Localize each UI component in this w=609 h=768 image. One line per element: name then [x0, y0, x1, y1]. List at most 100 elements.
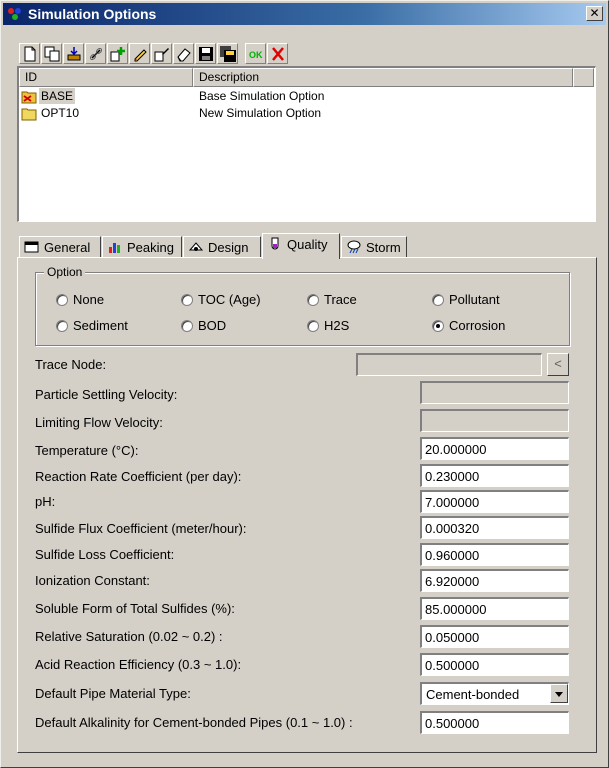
radio-indicator: [432, 320, 444, 332]
trace-node-field: [356, 353, 542, 376]
add-button[interactable]: [107, 43, 128, 64]
link-button[interactable]: [85, 43, 106, 64]
particle-settling-velocity-label: Particle Settling Velocity:: [35, 387, 178, 402]
radio-label: BOD: [198, 318, 227, 333]
column-header-description[interactable]: Description: [193, 68, 573, 87]
chevron-down-icon[interactable]: [550, 684, 568, 703]
ionization-constant-field[interactable]: [420, 569, 569, 592]
simulation-options-window: Simulation Options ✕ OK ID Description B…: [0, 0, 609, 768]
sulfide-flux-coefficient-field[interactable]: [420, 516, 569, 539]
peaking-icon: [109, 243, 120, 253]
storm-icon: [347, 240, 361, 254]
soluble-sulfides-field[interactable]: [420, 597, 569, 620]
acid-reaction-efficiency-label: Acid Reaction Efficiency (0.3 ~ 1.0):: [35, 657, 242, 672]
delete-button[interactable]: [267, 43, 288, 64]
radio-label: Trace: [324, 292, 357, 307]
radio-label: TOC (Age): [198, 292, 261, 307]
new-button[interactable]: [19, 43, 40, 64]
option-group: Option None TOC (Age) Trace Pollutant Se…: [35, 265, 570, 346]
relative-saturation-field[interactable]: [420, 625, 569, 648]
quality-icon: [271, 237, 279, 250]
save-icon: [199, 47, 213, 61]
tab-label: General: [44, 240, 91, 255]
radio-label: None: [73, 292, 105, 307]
radio-label: Pollutant: [449, 292, 500, 307]
tab-label: Peaking: [127, 240, 174, 255]
ph-label: pH:: [35, 494, 56, 509]
edit-icon: [134, 49, 147, 62]
tab-label: Quality: [287, 237, 328, 252]
pipe-material-label: Default Pipe Material Type:: [35, 686, 191, 701]
reaction-rate-coefficient-field[interactable]: [420, 464, 569, 487]
sulfide-loss-coefficient-field[interactable]: [420, 543, 569, 566]
copy-button[interactable]: [41, 43, 62, 64]
sulfide-flux-coefficient-label: Sulfide Flux Coefficient (meter/hour):: [35, 521, 247, 536]
acid-reaction-efficiency-field[interactable]: [420, 653, 569, 676]
default-alkalinity-field[interactable]: [420, 711, 569, 734]
tab-strip: General Peaking Design Quality Storm: [19, 233, 419, 259]
option-group-label: Option: [44, 265, 86, 279]
save-all-icon: [220, 46, 236, 62]
ok-button[interactable]: OK: [245, 43, 266, 64]
list-row[interactable]: BASE Base Simulation Option: [19, 88, 594, 105]
erase-button[interactable]: [173, 43, 194, 64]
save-button[interactable]: [195, 43, 216, 64]
edit-button[interactable]: [129, 43, 150, 64]
quality-panel: Option None TOC (Age) Trace Pollutant Se…: [17, 257, 597, 753]
new-icon: [24, 46, 36, 62]
radio-label: H2S: [324, 318, 350, 333]
pipe-material-value: Cement-bonded: [426, 687, 520, 702]
svg-text:OK: OK: [249, 50, 263, 60]
folder-icon: [21, 108, 37, 121]
import-icon: [67, 47, 81, 61]
reaction-rate-coefficient-label: Reaction Rate Coefficient (per day):: [35, 469, 242, 484]
list-row[interactable]: OPT10 New Simulation Option: [19, 105, 594, 122]
column-header-filler: [573, 68, 594, 87]
radio-label: Corrosion: [449, 318, 506, 333]
default-alkalinity-label: Default Alkalinity for Cement-bonded Pip…: [35, 715, 353, 730]
limiting-flow-velocity-field: [420, 409, 569, 432]
column-header-id[interactable]: ID: [19, 68, 193, 87]
close-button[interactable]: ✕: [586, 6, 603, 21]
tab-design[interactable]: Design: [183, 236, 261, 258]
trace-node-label: Trace Node:: [35, 357, 107, 372]
radio-indicator: [307, 294, 319, 306]
list-header: ID Description: [19, 68, 594, 87]
link-icon: [89, 47, 103, 61]
pipe-material-select[interactable]: Cement-bonded: [420, 682, 569, 705]
particle-settling-velocity-field: [420, 381, 569, 404]
radio-indicator: [432, 294, 444, 306]
save-all-button[interactable]: [217, 43, 238, 64]
simulation-option-list[interactable]: ID Description BASE Base Simulation Opti…: [17, 66, 596, 222]
tab-general[interactable]: General: [19, 236, 101, 258]
rename-button[interactable]: [151, 43, 172, 64]
relative-saturation-label: Relative Saturation (0.02 ~ 0.2) :: [35, 629, 223, 644]
title-bar[interactable]: Simulation Options ✕: [3, 3, 606, 25]
radio-indicator: [181, 320, 193, 332]
general-icon: [24, 241, 39, 253]
row-description: Base Simulation Option: [199, 89, 325, 103]
trace-node-button[interactable]: <: [547, 353, 569, 376]
radio-indicator: [56, 294, 68, 306]
radio-indicator: [307, 320, 319, 332]
radio-indicator: [181, 294, 193, 306]
tab-peaking[interactable]: Peaking: [102, 236, 182, 258]
tab-quality[interactable]: Quality: [262, 233, 340, 259]
radio-indicator: [56, 320, 68, 332]
sulfide-loss-coefficient-label: Sulfide Loss Coefficient:: [35, 547, 175, 562]
row-id: BASE: [39, 88, 76, 104]
delete-icon: [272, 47, 284, 61]
erase-icon: [177, 48, 191, 62]
temperature-label: Temperature (°C):: [35, 443, 139, 458]
ph-field[interactable]: [420, 490, 569, 513]
base-folder-icon: [21, 91, 37, 104]
ok-icon: OK: [249, 50, 263, 60]
tab-label: Storm: [366, 240, 401, 255]
import-button[interactable]: [63, 43, 84, 64]
temperature-field[interactable]: [420, 437, 569, 460]
tab-label: Design: [208, 240, 249, 255]
copy-icon: [44, 46, 60, 62]
tab-storm[interactable]: Storm: [341, 236, 407, 258]
app-icon: [8, 8, 21, 20]
design-icon: [188, 242, 204, 251]
